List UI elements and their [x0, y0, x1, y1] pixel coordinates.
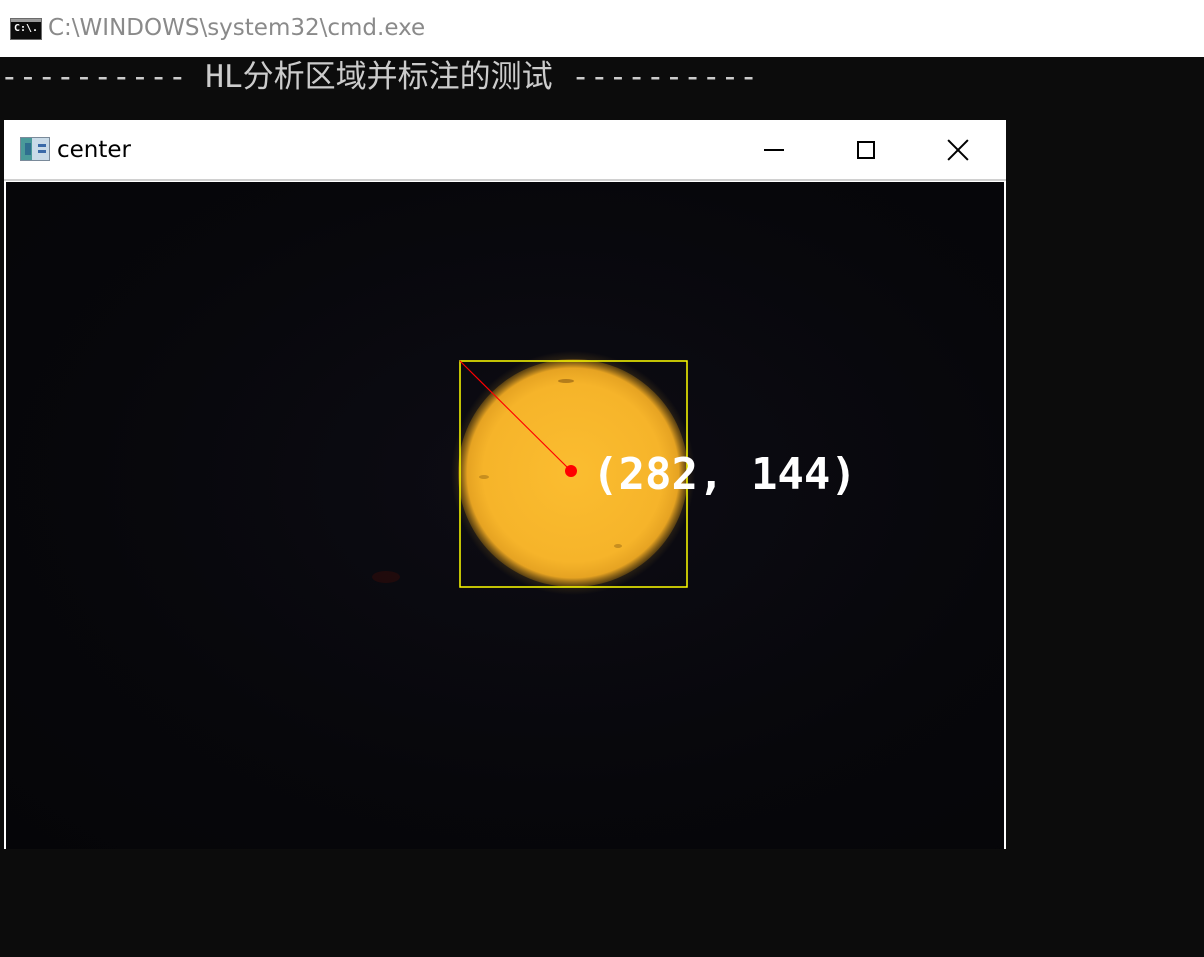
object-speckle: [614, 544, 622, 548]
maximize-icon: [857, 140, 875, 159]
close-button[interactable]: [912, 120, 1004, 179]
object-speckle: [479, 475, 489, 479]
image-canvas-svg: (282, 144): [372, 351, 857, 595]
console-icon-text: C:\.: [14, 23, 39, 34]
object-speckle: [558, 379, 574, 383]
opencv-window-icon: [20, 137, 50, 161]
center-coordinate-label: (282, 144): [592, 449, 857, 500]
center-point: [565, 465, 577, 477]
maximize-button[interactable]: [820, 120, 912, 179]
image-window[interactable]: center (282, 144): [4, 120, 1006, 849]
background-artifact: [372, 571, 400, 583]
image-window-titlebar[interactable]: center: [4, 120, 1006, 181]
console-window-title: C:\WINDOWS\system32\cmd.exe: [48, 15, 426, 41]
console-titlebar[interactable]: C:\. C:\WINDOWS\system32\cmd.exe: [0, 0, 1204, 57]
image-window-title: center: [57, 137, 131, 163]
close-icon: [947, 139, 969, 161]
image-canvas[interactable]: (282, 144): [6, 182, 1004, 849]
minimize-icon: [764, 148, 784, 151]
console-icon: C:\.: [10, 18, 42, 40]
minimize-button[interactable]: [728, 120, 820, 179]
console-output-line: ---------- HL分析区域并标注的测试 ----------: [0, 59, 758, 95]
